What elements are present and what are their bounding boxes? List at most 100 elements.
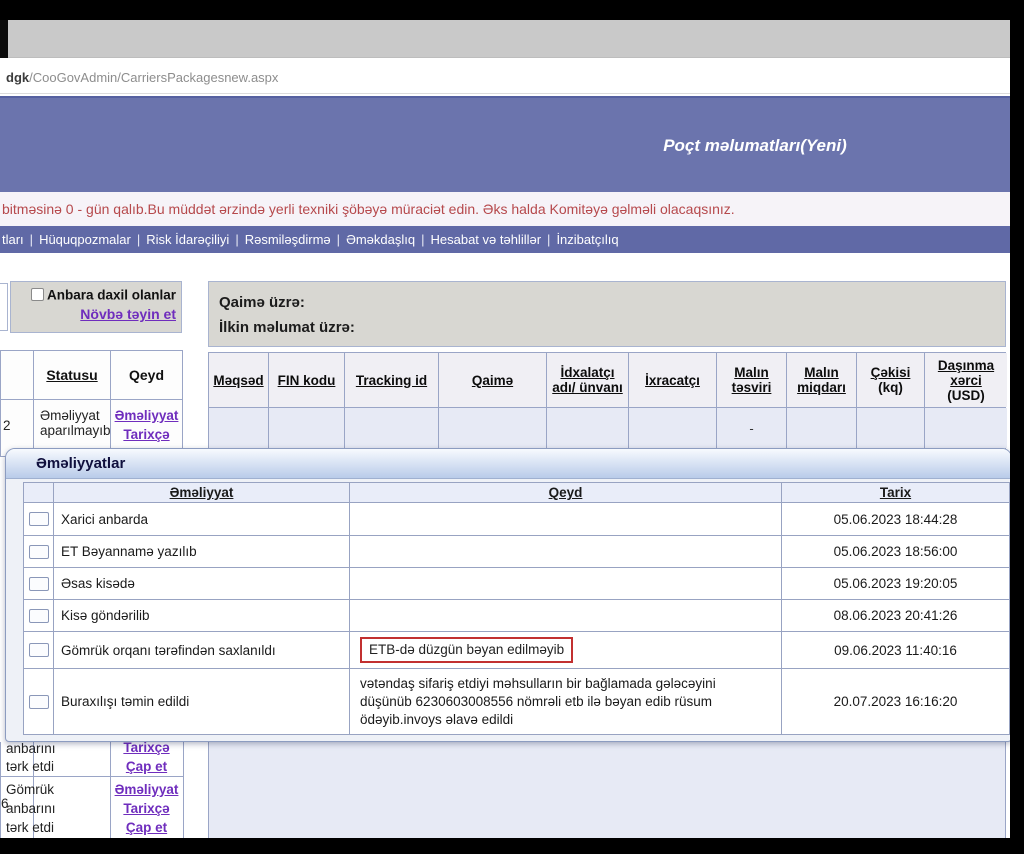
data-cell xyxy=(209,408,269,448)
col-header-goods-qty[interactable]: Malın miqdarı xyxy=(787,353,857,407)
data-cell xyxy=(547,408,629,448)
url-domain: dgk xyxy=(6,70,29,85)
data-cell xyxy=(925,408,1007,448)
col-header-tracking[interactable]: Tracking id xyxy=(345,353,439,407)
left-table-status-header[interactable]: Statusu xyxy=(33,350,111,400)
operation-column-header[interactable]: Əməliyyat xyxy=(54,483,350,503)
operations-header-row: Əməliyyat Qeyd Tarix xyxy=(24,483,1010,503)
caption-initial-info: İlkin məlumat üzrə: xyxy=(219,315,1005,340)
warehouse-filter-checkbox[interactable] xyxy=(31,288,44,301)
data-cell xyxy=(439,408,547,448)
col-header-importer[interactable]: İdxalatçı adı/ ünvanı xyxy=(547,353,629,407)
history-link[interactable]: Tarixçə xyxy=(111,425,182,444)
status-header-label: Statusu xyxy=(46,367,97,383)
queue-assign-link[interactable]: Növbə təyin et xyxy=(80,306,176,322)
history-link[interactable]: Tarixçə xyxy=(110,799,183,818)
left-panel-fragment xyxy=(0,283,8,331)
col-label: İxracatçı xyxy=(645,373,700,388)
warehouse-filter-box: Anbara daxil olanlar Növbə təyin et xyxy=(10,281,182,333)
table-border xyxy=(0,776,184,777)
col-label: Tracking id xyxy=(356,373,427,388)
menu-item-1[interactable]: Hüquqpozmalar xyxy=(39,232,131,247)
col-header-goods-desc[interactable]: Malın təsviri xyxy=(717,353,787,407)
chrome-left-notch xyxy=(0,20,8,58)
menu-separator: | xyxy=(421,232,424,247)
operation-cell: Buraxılışı təmin edildi xyxy=(54,669,350,735)
date-column-header[interactable]: Tarix xyxy=(782,483,1010,503)
operation-row: Gömrük orqanı tərəfindən saxlanıldı ETB-… xyxy=(24,632,1010,669)
col-header-qaime[interactable]: Qaimə xyxy=(439,353,547,407)
col-header-meqsed[interactable]: Məqsəd xyxy=(209,353,269,407)
bottom-row-b-links: Əməliyyat Tarixçə Çap et xyxy=(110,780,183,837)
checkbox-cell xyxy=(24,632,54,669)
menu-separator: | xyxy=(235,232,238,247)
col-header-fin[interactable]: FIN kodu xyxy=(269,353,345,407)
browser-chrome-bar xyxy=(0,20,1024,58)
data-cell xyxy=(857,408,925,448)
checkbox-column-header xyxy=(24,483,54,503)
date-cell: 20.07.2023 16:16:20 xyxy=(782,669,1010,735)
col-label: İdxalatçı adı/ ünvanı xyxy=(549,365,626,395)
operation-link[interactable]: Əməliyyat xyxy=(111,406,182,425)
checkbox-cell xyxy=(24,568,54,600)
menu-item-0[interactable]: tları xyxy=(2,232,24,247)
note-column-header[interactable]: Qeyd xyxy=(350,483,782,503)
bottom-row-b-status: Gömrük anbarını tərk etdi xyxy=(6,780,80,837)
col-suffix: (USD) xyxy=(947,388,985,403)
date-cell: 05.06.2023 19:20:05 xyxy=(782,568,1010,600)
note-cell xyxy=(350,568,782,600)
note-cell xyxy=(350,503,782,536)
top-black-bar xyxy=(0,0,1024,20)
operations-dialog: Əməliyyatlar Əməliyyat Qeyd Tarix Xarici… xyxy=(5,448,1012,742)
row-checkbox[interactable] xyxy=(29,577,49,591)
row-checkbox[interactable] xyxy=(29,695,49,709)
data-cell xyxy=(629,408,717,448)
left-table-bottom-rows: anbarını tərk etdi Tarixçə Çap et 6 Gömr… xyxy=(0,742,184,838)
left-table-id-header xyxy=(0,350,34,400)
dialog-title: Əməliyyatlar xyxy=(6,449,1011,479)
bottom-row-a-status: anbarını tərk etdi xyxy=(6,740,78,776)
col-label: Malın miqdarı xyxy=(789,365,854,395)
col-label: Çəkisi xyxy=(871,365,911,380)
operation-row: Xarici anbarda 05.06.2023 18:44:28 xyxy=(24,503,1010,536)
screen: dgk/CooGovAdmin/CarriersPackagesnew.aspx… xyxy=(0,0,1024,854)
caption-invoice: Qaimə üzrə: xyxy=(219,290,1005,315)
invoice-caption-box: Qaimə üzrə: İlkin məlumat üzrə: xyxy=(208,281,1006,347)
operation-row: ET Bəyannamə yazılıb 05.06.2023 18:56:00 xyxy=(24,536,1010,568)
table-border xyxy=(183,742,184,838)
col-header-exporter[interactable]: İxracatçı xyxy=(629,353,717,407)
col-label: Malın təsviri xyxy=(719,365,784,395)
col-header-shipping-cost[interactable]: Daşınma xərci(USD) xyxy=(925,353,1007,407)
main-table-header-row: Məqsəd FIN kodu Tracking id Qaimə İdxala… xyxy=(208,352,1006,408)
row-checkbox[interactable] xyxy=(29,545,49,559)
col-label: FIN kodu xyxy=(278,373,336,388)
note-cell xyxy=(350,600,782,632)
checkbox-cell xyxy=(24,503,54,536)
col-label: Məqsəd xyxy=(213,373,263,388)
address-bar[interactable]: dgk/CooGovAdmin/CarriersPackagesnew.aspx xyxy=(0,62,1010,94)
operation-cell: Gömrük orqanı tərəfindən saxlanıldı xyxy=(54,632,350,669)
menu-item-2[interactable]: Risk İdarəçiliyi xyxy=(146,232,229,247)
operation-link[interactable]: Əməliyyat xyxy=(110,780,183,799)
row-id: 2 xyxy=(3,418,11,433)
menu-separator: | xyxy=(30,232,33,247)
col-header-weight[interactable]: Çəkisi(kq) xyxy=(857,353,925,407)
menu-item-6[interactable]: İnzibatçılıq xyxy=(556,232,618,247)
date-cell: 09.06.2023 11:40:16 xyxy=(782,632,1010,669)
dash-value: - xyxy=(749,421,753,436)
main-table-data-row: - xyxy=(208,407,1006,449)
operation-cell: ET Bəyannamə yazılıb xyxy=(54,536,350,568)
right-black-bar xyxy=(1010,0,1024,854)
row-checkbox[interactable] xyxy=(29,609,49,623)
row-checkbox[interactable] xyxy=(29,643,49,657)
print-link[interactable]: Çap et xyxy=(110,757,183,776)
date-cell: 05.06.2023 18:44:28 xyxy=(782,503,1010,536)
row-checkbox[interactable] xyxy=(29,512,49,526)
menu-item-3[interactable]: Rəsmiləşdirmə xyxy=(245,232,331,247)
main-menu: tları | Hüquqpozmalar | Risk İdarəçiliyi | Rəs… xyxy=(0,226,1010,253)
menu-item-4[interactable]: Əməkdaşlıq xyxy=(346,232,415,247)
print-link[interactable]: Çap et xyxy=(110,818,183,837)
data-cell xyxy=(787,408,857,448)
warehouse-filter-row: Anbara daxil olanlar xyxy=(11,286,176,304)
menu-item-5[interactable]: Hesabat və təhlillər xyxy=(430,232,541,247)
